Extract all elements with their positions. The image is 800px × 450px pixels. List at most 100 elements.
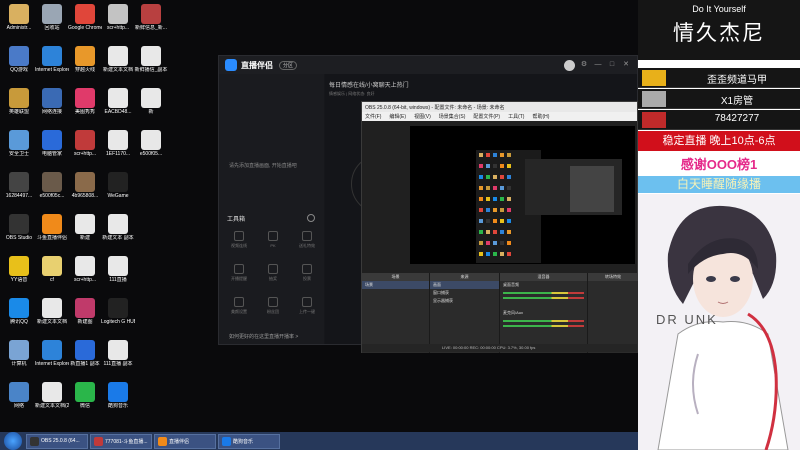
obs-menu-item[interactable]: 配置文件(P) — [473, 113, 500, 120]
desktop-icon[interactable]: Internet Explorer — [35, 44, 69, 88]
source-item[interactable]: 显示器捕获 — [430, 297, 499, 305]
desktop-icon[interactable]: 网络连接 — [35, 86, 69, 130]
desktop-icon[interactable]: 英雄联盟 — [2, 86, 36, 130]
desktop-icon[interactable]: 斗鱼直播伴侣 — [35, 212, 69, 256]
desktop-icon[interactable]: 腾讯QQ — [2, 296, 36, 340]
desktop-icon[interactable]: 网络 — [2, 380, 36, 424]
toolbox-item[interactable]: 抽奖 — [257, 262, 289, 292]
taskbar-item-label: 酷狗音乐 — [233, 438, 254, 445]
toolbox-label: 工具箱 — [227, 217, 246, 223]
live-status-text[interactable]: 如何更好的在这里直播开播率 > — [229, 333, 298, 340]
desktop-icon[interactable]: scr+http... — [68, 254, 102, 298]
desktop-icon[interactable]: 新建文本 副本 — [101, 212, 135, 256]
source-item[interactable]: 窗口捕获 — [430, 289, 499, 297]
obs-preview[interactable] — [410, 126, 635, 264]
close-icon[interactable]: ✕ — [621, 60, 631, 70]
desktop-icon[interactable]: Internet Explorer — [35, 338, 69, 382]
desktop-icon[interactable]: e500f05c... — [35, 170, 69, 214]
obs-menubar: 文件(F) 编辑(E) 视图(V) 场景集合(S) 配置文件(P) 工具(T) 帮助(H) — [362, 112, 637, 121]
taskbar-item[interactable]: 直播伴侣 — [154, 433, 216, 449]
toolbox-item[interactable]: 视频连线 — [223, 229, 255, 259]
scene-item[interactable]: 场景 — [362, 281, 429, 289]
desktop-icon-label: e500f05... — [139, 151, 163, 157]
toolbox-item[interactable]: 开播提醒 — [223, 262, 255, 292]
anime-character-illustration: DR UNK — [638, 194, 800, 450]
desktop-icon[interactable]: 新建图 — [68, 296, 102, 340]
desktop-icon[interactable]: cf — [35, 254, 69, 298]
desktop-icon[interactable]: 新建文本文档(2) — [35, 380, 69, 424]
desktop-icon[interactable]: 1EF1170... — [101, 128, 135, 172]
minimize-icon[interactable]: — — [593, 60, 603, 70]
mini-desktop-icon — [493, 208, 497, 212]
desktop-icon-label: YY语音 — [10, 277, 28, 283]
obs-menu-item[interactable]: 工具(T) — [508, 113, 524, 120]
taskbar-item[interactable]: OBS 25.0.8 (64... — [26, 433, 88, 449]
desktop-icon[interactable]: Google Chrome — [68, 2, 102, 46]
desktop-icon[interactable]: OBS Studio — [2, 212, 36, 256]
toolbox-item[interactable]: PK — [257, 229, 289, 259]
desktop-icon[interactable]: 穿越火线 — [68, 44, 102, 88]
toolbox-item[interactable]: 送礼特效 — [291, 229, 323, 259]
avatar[interactable] — [564, 59, 575, 71]
desktop-icon[interactable]: 美图秀秀 — [68, 86, 102, 130]
category-badge[interactable]: 分区 — [279, 60, 298, 70]
app-icon — [9, 382, 29, 402]
desktop-icon[interactable]: 酷狗音乐 — [101, 380, 135, 424]
app-icon — [42, 382, 62, 402]
desktop-icon[interactable]: 计算机 — [2, 338, 36, 382]
desktop-icon[interactable]: 4b965808... — [68, 170, 102, 214]
mini-desktop-icon — [479, 241, 483, 245]
desktop-icon[interactable]: 新鲜播信_副本 — [134, 44, 168, 88]
toolbox-more-icon[interactable] — [307, 214, 315, 222]
start-button[interactable] — [4, 432, 22, 450]
desktop-icon[interactable]: 新建文本文档 — [101, 44, 135, 88]
obs-menu-item[interactable]: 场景集合(S) — [439, 113, 466, 120]
desktop-icon[interactable]: Logitech G HUB — [101, 296, 135, 340]
desktop-icon[interactable]: 安全卫士 — [2, 128, 36, 172]
mini-desktop-icon — [493, 164, 497, 168]
desktop-icon[interactable]: YY语音 — [2, 254, 36, 298]
desktop-icon[interactable]: 新建 — [68, 212, 102, 256]
taskbar-item[interactable]: 酷狗音乐 — [218, 433, 280, 449]
desktop-icon[interactable]: 16284497... — [2, 170, 36, 214]
mini-desktop-icon — [493, 219, 497, 223]
stream-title[interactable]: 每日情感在线/小窝聊天上热门 — [329, 80, 409, 89]
obs-menu-item[interactable]: 视图(V) — [414, 113, 431, 120]
desktop-icon[interactable]: 111直播 — [101, 254, 135, 298]
desktop-icon[interactable]: 新直播1 副本 — [68, 338, 102, 382]
desktop-icon[interactable]: Administr... — [2, 2, 36, 46]
obs-menu-item[interactable]: 文件(F) — [365, 113, 381, 120]
toolbox-item[interactable]: 美颜设置 — [223, 295, 255, 325]
settings-icon[interactable]: ⚙ — [579, 60, 589, 70]
desktop-icon[interactable]: 新建文本文档 — [35, 296, 69, 340]
obs-statusbar: LIVE: 00:00:00 REC: 00:00:00 CPU: 3.7%, … — [362, 344, 637, 352]
toolbox-item[interactable]: 投票 — [291, 262, 323, 292]
desktop-icon-label: 新建文本文档(2) — [35, 403, 69, 409]
maximize-icon[interactable]: □ — [607, 60, 617, 70]
taskbar-item[interactable]: 777081-斗鱼直播... — [90, 433, 152, 449]
desktop-icon[interactable]: e500f05... — [134, 128, 168, 172]
desktop-icon[interactable]: scr+http... — [101, 2, 135, 46]
desktop-icon[interactable]: QQ游戏 — [2, 44, 36, 88]
obs-menu-item[interactable]: 帮助(H) — [532, 113, 549, 120]
desktop-icon[interactable]: 回收站 — [35, 2, 69, 46]
tool-label: 开播提醒 — [231, 276, 247, 281]
desktop-icon[interactable]: 新 — [134, 86, 168, 130]
desktop-icon[interactable]: 电脑管家 — [35, 128, 69, 172]
random-play-text: 白天睡醒随缘播 — [638, 176, 800, 193]
obs-menu-item[interactable]: 编辑(E) — [389, 113, 406, 120]
desktop-icon[interactable]: 微信 — [68, 380, 102, 424]
app-icon — [141, 46, 161, 66]
toolbox-item[interactable]: 上传一键 — [291, 295, 323, 325]
desktop-icon[interactable]: EACBD48... — [101, 86, 135, 130]
taskbar: OBS 25.0.8 (64... 777081-斗鱼直播... 直播伴侣 酷狗音乐 — [0, 432, 638, 450]
toolbox-item[interactable]: 粉丝团 — [257, 295, 289, 325]
source-item[interactable]: 画面 — [430, 281, 499, 289]
tool-icon — [234, 297, 244, 307]
desktop-icon[interactable]: WeGame — [101, 170, 135, 214]
app-icon — [9, 214, 29, 234]
desktop-icon[interactable]: scr+http... — [68, 128, 102, 172]
desktop-icon-label: 新鲜信息_新... — [135, 25, 167, 31]
desktop-icon[interactable]: 新鲜信息_新... — [134, 2, 168, 46]
desktop-icon[interactable]: 111直播 副本 — [101, 338, 135, 382]
